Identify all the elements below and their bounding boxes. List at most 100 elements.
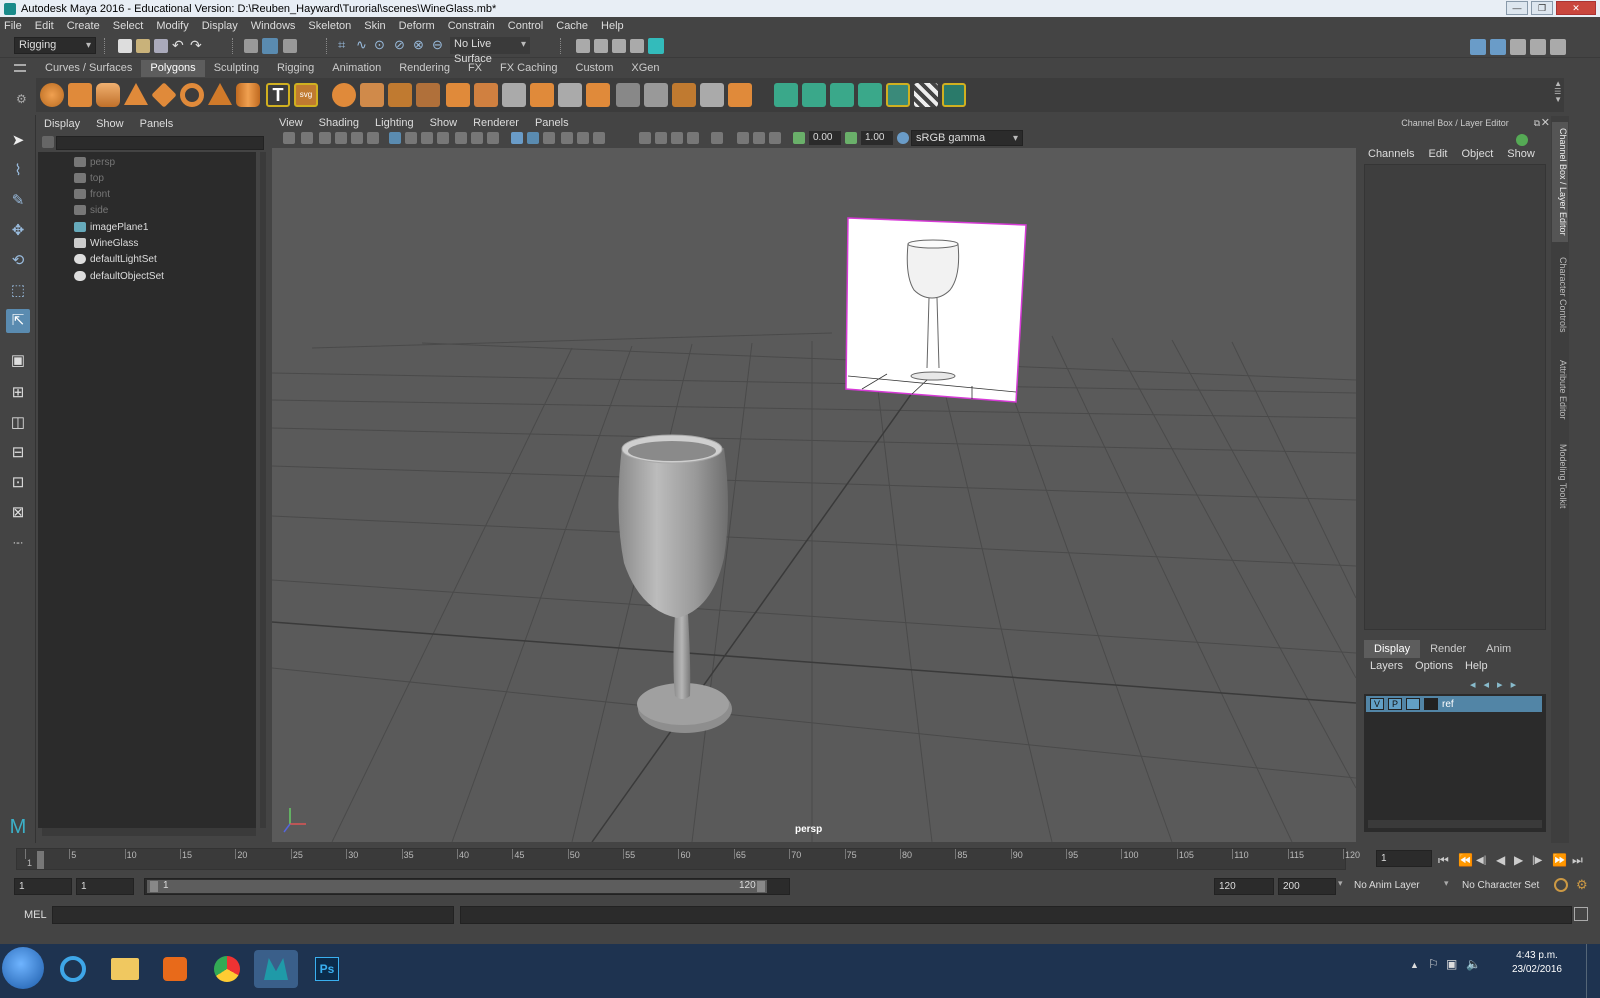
- scale-tool-icon[interactable]: ⬚: [6, 279, 30, 303]
- poly-sphere-icon[interactable]: [40, 83, 64, 107]
- field-chart-icon[interactable]: [455, 132, 467, 144]
- layer-list-scrollbar[interactable]: [1368, 820, 1542, 828]
- safe-title-icon[interactable]: [487, 132, 499, 144]
- menu-skin[interactable]: Skin: [364, 20, 385, 32]
- automatic-mapping-icon[interactable]: [858, 83, 882, 107]
- show-hidden-icons-icon[interactable]: ▲: [1410, 960, 1419, 970]
- tab-xgen[interactable]: XGen: [622, 60, 668, 77]
- xray-joints-icon[interactable]: [753, 132, 765, 144]
- ipr-render-icon[interactable]: [612, 39, 626, 53]
- film-gate-icon[interactable]: [405, 132, 417, 144]
- maya-taskbar-icon[interactable]: [254, 950, 298, 988]
- planar-mapping-icon[interactable]: [774, 83, 798, 107]
- layer-playback-toggle[interactable]: P: [1388, 698, 1402, 710]
- show-modeling-toolkit-icon[interactable]: [1470, 39, 1486, 55]
- command-input[interactable]: [52, 906, 454, 924]
- menu-control[interactable]: Control: [508, 20, 543, 32]
- bridge-icon[interactable]: [530, 83, 554, 107]
- maximize-button[interactable]: ❐: [1531, 1, 1553, 15]
- channels-menu[interactable]: Channels: [1368, 148, 1414, 160]
- outliner-item-wineglass[interactable]: WineGlass: [74, 235, 138, 251]
- layer-color-swatch[interactable]: [1424, 698, 1438, 710]
- xray-icon[interactable]: [737, 132, 749, 144]
- safe-action-icon[interactable]: [471, 132, 483, 144]
- boolean-icon[interactable]: [446, 83, 470, 107]
- snap-live-icon[interactable]: ⊖: [432, 37, 443, 53]
- new-scene-icon[interactable]: [118, 39, 132, 53]
- menuset-dropdown[interactable]: Rigging: [14, 37, 96, 54]
- show-tool-settings-icon[interactable]: [1510, 39, 1526, 55]
- smooth-shade-icon[interactable]: [527, 132, 539, 144]
- poly-pipe-icon[interactable]: [236, 83, 260, 107]
- custom-layout-icon[interactable]: ·-·: [6, 531, 30, 555]
- extrude-icon[interactable]: [474, 83, 498, 107]
- layer-help-menu[interactable]: Help: [1465, 660, 1488, 672]
- snap-grid-icon[interactable]: ⌗: [338, 37, 345, 53]
- menu-help[interactable]: Help: [601, 20, 624, 32]
- open-scene-icon[interactable]: [136, 39, 150, 53]
- system-clock[interactable]: 4:43 p.m. 23/02/2016: [1512, 949, 1562, 977]
- gamma-icon[interactable]: [845, 132, 857, 144]
- range-end-grip[interactable]: [757, 881, 765, 892]
- unfold-uv-icon[interactable]: [942, 83, 966, 107]
- range-start-grip[interactable]: [150, 881, 158, 892]
- options-menu[interactable]: Options: [1415, 660, 1453, 672]
- hypershade-icon[interactable]: [648, 38, 664, 54]
- show-channel-box-icon[interactable]: [1530, 39, 1546, 55]
- use-all-lights-icon[interactable]: [577, 132, 589, 144]
- shelf-options-icon[interactable]: ⚙: [16, 92, 27, 106]
- tab-channel-box-layer-editor[interactable]: Channel Box / Layer Editor: [1552, 122, 1568, 242]
- persp-graph-layout-icon[interactable]: ⊡: [6, 471, 30, 495]
- scene-view[interactable]: [272, 148, 1356, 842]
- poly-pyramid-icon[interactable]: [208, 83, 232, 105]
- tab-display-layers[interactable]: Display: [1364, 640, 1421, 658]
- select-object-icon[interactable]: [262, 38, 278, 54]
- media-player-icon[interactable]: [156, 950, 194, 988]
- redo-icon[interactable]: ↷: [190, 37, 202, 54]
- motion-blur-icon[interactable]: [655, 132, 667, 144]
- camera-attributes-icon[interactable]: [301, 132, 313, 144]
- rotate-tool-icon[interactable]: ⟲: [6, 249, 30, 273]
- volume-icon[interactable]: 🔈: [1466, 957, 1481, 971]
- layer-row-ref[interactable]: V P ref: [1366, 696, 1542, 712]
- tab-polygons[interactable]: Polygons: [141, 60, 205, 77]
- cb-show-menu[interactable]: Show: [1507, 148, 1535, 160]
- go-to-start-button[interactable]: ⏮: [1438, 853, 1449, 868]
- single-pane-layout-icon[interactable]: ▣: [6, 349, 30, 373]
- anti-aliasing-icon[interactable]: [671, 132, 683, 144]
- tab-animation[interactable]: Animation: [323, 60, 390, 77]
- menu-select[interactable]: Select: [113, 20, 144, 32]
- menu-modify[interactable]: Modify: [156, 20, 188, 32]
- smooth-icon[interactable]: [416, 83, 440, 107]
- menu-skeleton[interactable]: Skeleton: [308, 20, 351, 32]
- textured-icon[interactable]: [561, 132, 573, 144]
- tab-rendering[interactable]: Rendering: [390, 60, 459, 77]
- move-tool-icon[interactable]: ✥: [6, 219, 30, 243]
- select-component-icon[interactable]: [283, 39, 297, 53]
- poly-torus-icon[interactable]: [180, 83, 204, 107]
- layers-menu[interactable]: Layers: [1370, 660, 1403, 672]
- shelf-scroll-icon[interactable]: ▲ ☰ ▼: [1554, 80, 1562, 104]
- color-management-icon[interactable]: [897, 132, 909, 144]
- minimize-button[interactable]: —: [1506, 1, 1528, 15]
- channel-box-area[interactable]: [1364, 164, 1546, 630]
- outliner-layout-icon[interactable]: ⊠: [6, 501, 30, 525]
- menu-display[interactable]: Display: [202, 20, 238, 32]
- live-surface-field[interactable]: No Live Surface: [450, 37, 530, 65]
- go-to-end-button[interactable]: ⏭: [1572, 853, 1583, 868]
- outliner-menu-panels[interactable]: Panels: [140, 118, 174, 130]
- tab-character-controls[interactable]: Character Controls: [1552, 250, 1568, 340]
- poly-type-icon[interactable]: T: [266, 83, 290, 107]
- two-d-pan-icon[interactable]: [351, 132, 363, 144]
- image-plane-toggle-icon[interactable]: [335, 132, 347, 144]
- play-forwards-button[interactable]: ▶: [1514, 853, 1523, 867]
- select-camera-icon[interactable]: [283, 132, 295, 144]
- script-editor-icon[interactable]: [1574, 907, 1588, 921]
- paint-select-tool-icon[interactable]: ✎: [6, 189, 30, 213]
- combine-icon[interactable]: [332, 83, 356, 107]
- tab-sculpting[interactable]: Sculpting: [205, 60, 268, 77]
- vp-menu-shading[interactable]: Shading: [319, 117, 359, 129]
- multicut-icon[interactable]: [616, 83, 640, 107]
- offset-edge-loop-icon[interactable]: [672, 83, 696, 107]
- outliner-item-defaultobjectset[interactable]: defaultObjectSet: [74, 268, 164, 284]
